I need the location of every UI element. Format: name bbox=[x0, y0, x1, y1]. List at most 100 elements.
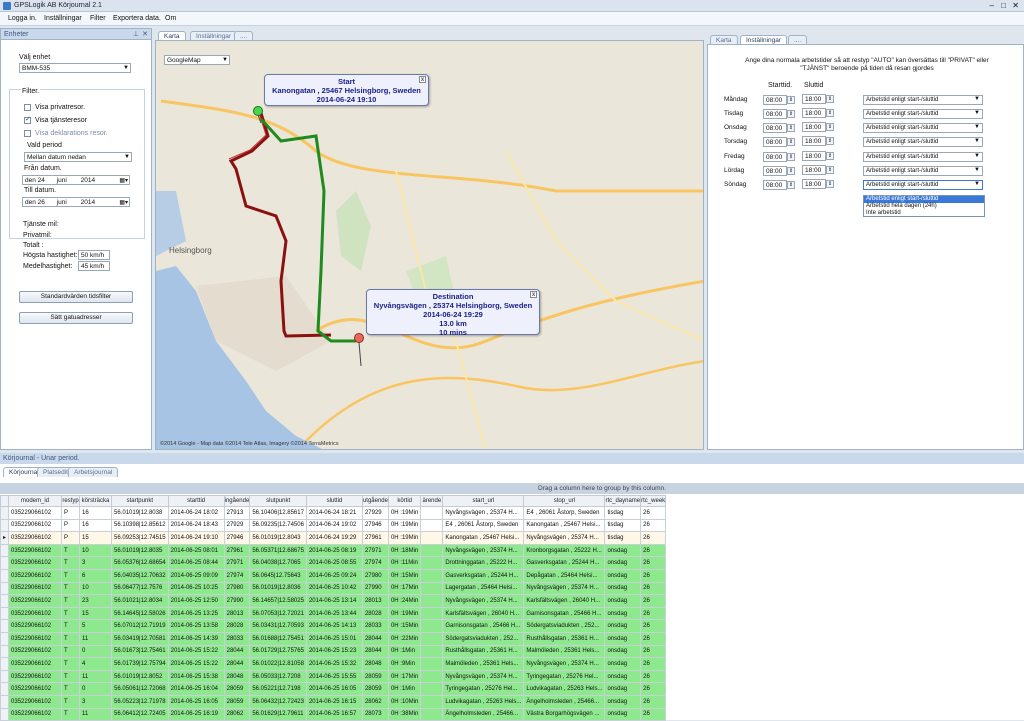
table-cell[interactable]: 28062 bbox=[223, 707, 251, 721]
spin-icon[interactable]: ⇕ bbox=[787, 181, 795, 189]
table-cell[interactable]: onsdag bbox=[604, 581, 642, 596]
spin-icon[interactable]: ⇕ bbox=[826, 109, 834, 117]
table-cell[interactable]: 28059 bbox=[361, 669, 389, 684]
table-cell[interactable]: Drottninggatan , 25222 H... bbox=[442, 556, 525, 570]
table-cell[interactable]: 0H :11Min bbox=[387, 556, 422, 570]
table-cell[interactable]: 0H :38Min bbox=[387, 707, 422, 721]
table-cell[interactable]: 2014-06-25 08:19 bbox=[305, 543, 363, 558]
spin-icon[interactable]: ⇕ bbox=[826, 166, 834, 174]
table-cell[interactable]: Södergatsviadukten , 252... bbox=[442, 631, 525, 646]
table-cell[interactable]: onsdag bbox=[604, 707, 642, 721]
table-cell[interactable]: 56.14645|12.58026 bbox=[111, 606, 169, 621]
start-time-field[interactable]: 08:00 ⇕ bbox=[763, 180, 795, 190]
table-cell[interactable]: 035229066102 bbox=[8, 631, 63, 646]
spin-icon[interactable]: ⇕ bbox=[787, 153, 795, 161]
table-cell[interactable]: 56.14657|12.58025 bbox=[249, 594, 307, 608]
table-cell[interactable]: 035229066102 bbox=[8, 669, 63, 684]
table-cell[interactable]: 035229066102 bbox=[8, 556, 63, 570]
table-cell[interactable]: 56.04035|12.70632 bbox=[111, 568, 169, 583]
destination-marker[interactable] bbox=[354, 333, 364, 343]
unit-select[interactable]: BMM-535 ▼ bbox=[19, 63, 131, 73]
close-icon[interactable]: ✕ bbox=[1012, 1, 1019, 10]
table-cell[interactable]: 2014-06-25 16:15 bbox=[305, 694, 363, 709]
column-header[interactable]: startpunkt bbox=[111, 495, 169, 507]
table-cell[interactable]: 035229066102 bbox=[8, 543, 63, 558]
table-cell[interactable] bbox=[420, 556, 444, 570]
start-time-field[interactable]: 08:00 ⇕ bbox=[763, 137, 795, 147]
table-cell[interactable]: P bbox=[61, 506, 81, 520]
table-cell[interactable]: 28059 bbox=[223, 682, 251, 696]
spin-icon[interactable]: ⇕ bbox=[826, 95, 834, 103]
column-header[interactable]: rtc_week bbox=[640, 495, 667, 507]
table-cell[interactable]: 0H :10Min bbox=[387, 694, 422, 709]
table-cell[interactable]: 0H :15Min bbox=[387, 619, 422, 633]
table-cell[interactable]: 27929 bbox=[223, 518, 251, 533]
table-cell[interactable]: 2014-06-25 13:58 bbox=[167, 619, 225, 633]
table-cell[interactable]: 2014-06-25 15:23 bbox=[305, 644, 363, 659]
table-cell[interactable]: 035229066102 bbox=[8, 518, 63, 533]
table-cell[interactable]: 56.01729|12.75765 bbox=[249, 644, 307, 659]
table-cell[interactable]: 28044 bbox=[223, 657, 251, 671]
table-row[interactable]: 035229066102 T 11 56.03419|12.70581 2014-06-… bbox=[0, 631, 667, 646]
column-header[interactable]: utgående bbox=[361, 495, 389, 507]
table-cell[interactable]: 27971 bbox=[223, 556, 251, 570]
table-cell[interactable]: 26 bbox=[640, 669, 667, 684]
table-cell[interactable]: 2014-06-25 15:38 bbox=[167, 669, 225, 684]
table-cell[interactable]: T bbox=[61, 581, 81, 596]
close-callout-icon[interactable]: x bbox=[419, 76, 426, 83]
table-cell[interactable]: 5 bbox=[79, 619, 113, 633]
table-row[interactable]: 035229066102 T 3 56.05376|12.68654 2014-06-2… bbox=[0, 556, 667, 570]
table-cell[interactable]: 15 bbox=[79, 606, 113, 621]
table-cell[interactable]: Kronborgsgatan , 25222 H... bbox=[523, 543, 606, 558]
table-cell[interactable]: 2014-06-25 16:05 bbox=[305, 682, 363, 696]
table-cell[interactable]: 0H :15Min bbox=[387, 568, 422, 583]
close-panel-icon[interactable]: ✕ bbox=[142, 30, 148, 38]
table-cell[interactable]: 16 bbox=[79, 506, 113, 520]
table-cell[interactable]: 56.10406|12.85617 bbox=[249, 506, 307, 520]
table-row[interactable]: 035229066102 T 5 56.07012|12.71919 2014-06-2… bbox=[0, 619, 667, 633]
maximize-icon[interactable]: □ bbox=[1001, 1, 1006, 10]
table-cell[interactable]: 56.10398|12.85612 bbox=[111, 518, 169, 533]
table-cell[interactable]: 28028 bbox=[361, 606, 389, 621]
table-cell[interactable] bbox=[420, 581, 444, 596]
table-cell[interactable]: 27974 bbox=[361, 556, 389, 570]
table-cell[interactable]: Rusthållsgatan , 25361 H... bbox=[442, 644, 525, 659]
dropdown-option-start-end[interactable]: Arbetstid enligt start-/sluttid bbox=[864, 196, 984, 203]
menu-installningar[interactable]: Inställningar bbox=[44, 15, 82, 22]
table-cell[interactable]: Ängelholmsleden , 25466... bbox=[442, 707, 525, 721]
table-cell[interactable]: 26 bbox=[640, 606, 667, 621]
table-cell[interactable]: 2014-06-25 16:57 bbox=[305, 707, 363, 721]
table-cell[interactable]: 27929 bbox=[361, 506, 389, 520]
table-cell[interactable]: 27971 bbox=[361, 543, 389, 558]
default-time-filter-button[interactable]: Standardvärden tidsfilter bbox=[19, 291, 133, 303]
table-cell[interactable]: 0 bbox=[79, 682, 113, 696]
table-cell[interactable]: 56.05223|12.71978 bbox=[111, 694, 169, 709]
column-header[interactable]: slutpunkt bbox=[249, 495, 307, 507]
table-cell[interactable]: T bbox=[61, 543, 81, 558]
table-cell[interactable]: 11 bbox=[79, 631, 113, 646]
work-time-dropdown-list[interactable]: Arbetstid enligt start-/sluttid Arbetsti… bbox=[863, 195, 985, 217]
table-cell[interactable]: Ängelholmsleden , 25466... bbox=[523, 694, 606, 709]
table-cell[interactable]: Nyvångsvägen , 25374 H... bbox=[442, 594, 525, 608]
spin-icon[interactable]: ⇕ bbox=[826, 180, 834, 188]
table-cell[interactable]: 035229066102 bbox=[8, 707, 63, 721]
table-cell[interactable]: 56.01021|12.8034 bbox=[111, 594, 169, 608]
table-cell[interactable]: 0H :19Min bbox=[387, 518, 422, 533]
table-cell[interactable]: Kanongatan , 25467 Helsi... bbox=[442, 531, 525, 545]
column-header[interactable]: stop_url bbox=[523, 495, 606, 507]
table-cell[interactable]: E4 , 26061 Åstorp, Sweden bbox=[523, 506, 606, 520]
table-cell[interactable]: 0H :18Min bbox=[387, 543, 422, 558]
table-cell[interactable] bbox=[420, 682, 444, 696]
table-cell[interactable]: 035229066102 bbox=[8, 644, 63, 659]
table-row[interactable]: 035229066102 T 23 56.01021|12.8034 2014-06-2… bbox=[0, 594, 667, 608]
table-cell[interactable]: T bbox=[61, 694, 81, 709]
work-rule-select[interactable]: Arbetstid enligt start-/sluttid ▼ bbox=[863, 123, 983, 133]
table-cell[interactable]: 0 bbox=[79, 644, 113, 659]
table-cell[interactable]: 26 bbox=[640, 518, 667, 533]
table-cell[interactable] bbox=[420, 644, 444, 659]
table-cell[interactable]: 2014-06-24 19:02 bbox=[305, 518, 363, 533]
table-cell[interactable]: 10 bbox=[79, 543, 113, 558]
table-cell[interactable]: 26 bbox=[640, 682, 667, 696]
spin-icon[interactable]: ⇕ bbox=[787, 124, 795, 132]
table-cell[interactable]: 28028 bbox=[223, 619, 251, 633]
